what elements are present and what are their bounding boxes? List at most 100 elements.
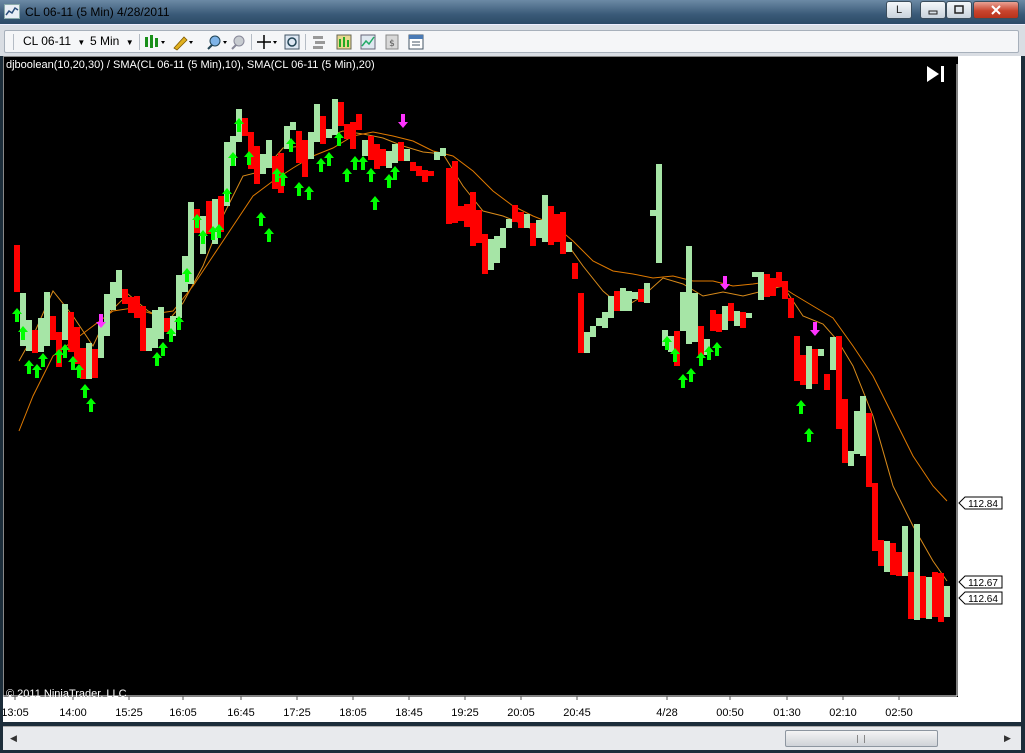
down-bar bbox=[476, 210, 482, 243]
buy-signal-arrow bbox=[358, 156, 368, 170]
up-bar bbox=[104, 294, 110, 336]
price-marker-label: 112.67 bbox=[968, 578, 998, 589]
up-bar bbox=[392, 144, 398, 163]
down-bar bbox=[302, 140, 308, 177]
buy-signal-arrow bbox=[158, 342, 168, 356]
down-bar bbox=[728, 303, 734, 321]
down-bar bbox=[374, 144, 380, 169]
up-bar bbox=[902, 526, 908, 576]
scroll-right-arrow-icon[interactable]: ▶ bbox=[999, 730, 1016, 747]
window-title: CL 06-11 (5 Min) 4/28/2011 bbox=[25, 5, 170, 19]
up-bar bbox=[506, 219, 512, 228]
chart-app-icon bbox=[4, 4, 20, 19]
up-bar bbox=[26, 320, 32, 351]
down-bar bbox=[242, 118, 248, 136]
toolbar-separator bbox=[139, 34, 140, 50]
down-bar bbox=[782, 281, 788, 299]
down-bar bbox=[470, 192, 476, 246]
indicators-icon[interactable] bbox=[335, 33, 353, 51]
up-bar bbox=[62, 304, 68, 340]
interval-selector[interactable]: 5 Min ▼ bbox=[90, 34, 134, 50]
down-bar bbox=[788, 298, 794, 318]
title-bar[interactable]: CL 06-11 (5 Min) 4/28/2011 L bbox=[0, 0, 1025, 24]
time-tick-label: 02:10 bbox=[829, 707, 857, 719]
price-bars bbox=[14, 99, 950, 622]
skip-to-end-icon[interactable] bbox=[925, 64, 947, 84]
up-bar bbox=[152, 310, 158, 348]
down-bar bbox=[842, 399, 848, 463]
data-box-icon[interactable] bbox=[283, 33, 301, 51]
down-bar bbox=[14, 245, 20, 292]
toolbar-separator bbox=[251, 34, 252, 50]
up-bar bbox=[434, 152, 440, 160]
up-bar bbox=[722, 306, 728, 330]
down-bar bbox=[50, 316, 56, 340]
down-bar bbox=[896, 552, 902, 576]
up-bar bbox=[494, 236, 500, 263]
up-bar bbox=[362, 140, 368, 156]
up-bar bbox=[692, 293, 698, 342]
chart-trader-icon[interactable] bbox=[407, 33, 425, 51]
save-template-icon[interactable]: $ bbox=[383, 33, 401, 51]
up-bar bbox=[752, 272, 758, 277]
up-bar bbox=[830, 337, 836, 370]
maximize-button[interactable] bbox=[946, 1, 972, 19]
time-tick-label: 14:00 bbox=[59, 707, 87, 719]
buy-signal-arrow bbox=[384, 174, 394, 188]
copyright-notice: © 2011 NinjaTrader, LLC bbox=[6, 688, 127, 700]
down-bar bbox=[938, 573, 944, 622]
down-bar bbox=[770, 278, 776, 296]
zoom-out-icon[interactable] bbox=[229, 33, 247, 51]
bar-style-icon[interactable] bbox=[143, 33, 167, 51]
up-bar bbox=[656, 164, 662, 263]
down-bar bbox=[428, 171, 434, 176]
zoom-in-icon[interactable] bbox=[205, 33, 229, 51]
down-bar bbox=[458, 206, 464, 221]
strategies-icon[interactable] bbox=[359, 33, 377, 51]
scroll-left-arrow-icon[interactable]: ◀ bbox=[5, 730, 22, 747]
up-bar bbox=[44, 292, 50, 346]
buy-signal-arrow bbox=[32, 364, 42, 378]
toolbar-grip bbox=[13, 34, 14, 50]
toolbar-strip: CL 06-11 ▼ 5 Min ▼ $ bbox=[4, 30, 1019, 53]
up-bar bbox=[632, 292, 638, 299]
crosshair-icon[interactable] bbox=[255, 33, 279, 51]
up-bar bbox=[734, 311, 740, 326]
down-bar bbox=[122, 289, 128, 304]
buy-signal-arrow bbox=[86, 398, 96, 412]
price-markers: 112.84 112.67 112.64 bbox=[958, 56, 1021, 697]
minimize-button[interactable] bbox=[920, 1, 946, 19]
up-bar bbox=[116, 270, 122, 298]
buy-signal-arrow bbox=[54, 349, 64, 363]
down-bar bbox=[338, 102, 344, 126]
up-bar bbox=[260, 154, 266, 174]
down-bar bbox=[92, 349, 98, 378]
price-chart[interactable]: 13:05 14:00 15:25 16:05 16:45 17:25 18:05 18:45… bbox=[3, 56, 1021, 722]
close-button[interactable] bbox=[973, 1, 1019, 19]
up-bar bbox=[806, 346, 812, 389]
down-bar bbox=[548, 206, 554, 245]
down-bar bbox=[932, 572, 938, 617]
up-bar bbox=[332, 99, 338, 135]
properties-icon[interactable] bbox=[311, 33, 329, 51]
up-bar bbox=[542, 195, 548, 242]
instrument-selector[interactable]: CL 06-11 ▼ bbox=[23, 34, 85, 50]
up-bar bbox=[590, 326, 596, 337]
down-bar bbox=[410, 162, 416, 171]
up-bar bbox=[404, 149, 410, 161]
horizontal-scrollbar[interactable]: ◀ ▶ bbox=[3, 726, 1021, 750]
down-bar bbox=[452, 161, 458, 223]
up-bar bbox=[176, 275, 182, 318]
down-bar bbox=[572, 263, 578, 279]
down-bar bbox=[518, 212, 524, 228]
time-tick-label: 16:05 bbox=[169, 707, 197, 719]
buy-signal-arrow bbox=[712, 342, 722, 356]
down-bar bbox=[296, 131, 302, 163]
buy-signal-arrow bbox=[38, 353, 48, 367]
down-bar bbox=[464, 204, 470, 227]
down-bar bbox=[482, 234, 488, 274]
draw-pencil-icon[interactable] bbox=[171, 33, 195, 51]
scroll-thumb[interactable] bbox=[785, 730, 938, 747]
link-button[interactable]: L bbox=[886, 1, 912, 19]
down-bar bbox=[344, 124, 350, 139]
